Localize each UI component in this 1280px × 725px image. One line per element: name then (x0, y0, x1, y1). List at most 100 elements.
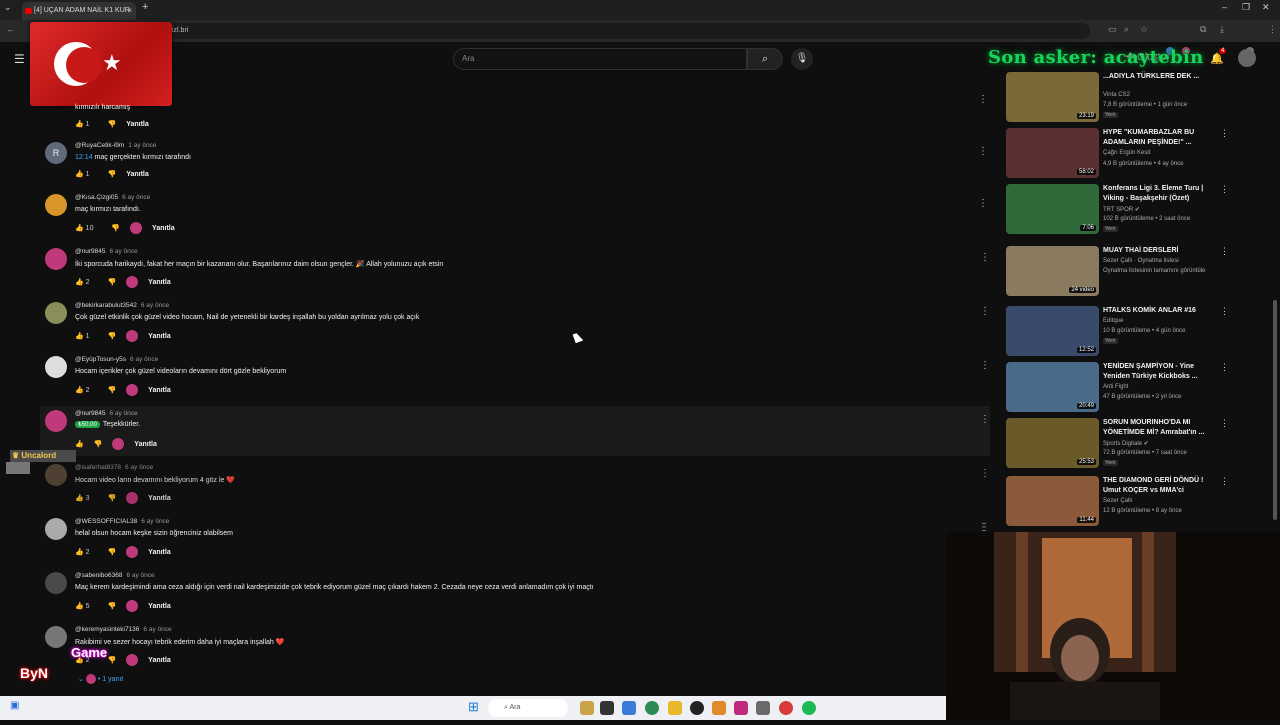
avatar[interactable]: R (45, 142, 67, 164)
comment-menu-icon[interactable]: ⋮ (980, 306, 990, 317)
video-menu-icon[interactable]: ⋮ (1220, 184, 1229, 195)
like-button[interactable]: 👍 1 (75, 333, 98, 340)
video-thumbnail[interactable]: 23:19 (1006, 72, 1099, 122)
like-button[interactable]: 👍 3 (75, 495, 98, 502)
like-button[interactable]: 👍 10 (75, 225, 101, 232)
video-menu-icon[interactable]: ⋮ (978, 198, 988, 209)
new-tab-button[interactable]: + (142, 1, 148, 13)
search-button[interactable]: ⌕ (747, 48, 783, 70)
reply-button[interactable]: Yanıtla (148, 549, 171, 556)
comment-author[interactable]: @nur9845 (75, 410, 105, 417)
back-icon[interactable]: ← (6, 24, 15, 34)
avatar[interactable] (45, 518, 67, 540)
account-avatar[interactable] (1238, 49, 1256, 67)
taskbar-search[interactable]: ⌕ Ara (488, 699, 568, 717)
reply-button[interactable]: Yanıtla (148, 603, 171, 610)
like-button[interactable]: 👍 5 (75, 603, 98, 610)
comment-menu-icon[interactable]: ⋮ (980, 414, 990, 425)
browser-tab[interactable]: [4] UÇAN ADAM NAİL K1 KUR × (22, 2, 136, 20)
taskbar-app-icon[interactable] (712, 701, 726, 715)
recommended-video[interactable]: 7:06 Konferans Ligi 3. Eleme Turu | Viki… (1005, 182, 1240, 234)
menu-kebab-icon[interactable]: ⋮ (1268, 24, 1277, 35)
recommended-video[interactable]: 25:53 SORUN MOURINHO'DA MI YÖNETİMDE Mİ?… (1005, 416, 1240, 468)
playlist-channel[interactable]: Sezer Çallı · Oynatma listesi (1103, 258, 1179, 264)
video-menu-icon[interactable]: ⋮ (1220, 362, 1229, 373)
video-channel[interactable]: Editque (1103, 318, 1123, 324)
comment-author[interactable]: @Kısa.Çizgi05 (75, 194, 118, 201)
recommended-video[interactable]: 12:52 HTALKS KOMİK ANLAR #16 Editque 10 … (1005, 304, 1240, 356)
comment-author[interactable]: @RuyaCetik-i9m (75, 142, 124, 149)
video-title[interactable]: YENİDEN ŞAMPİYON - Yine Yeniden Türkiye … (1103, 362, 1213, 382)
video-menu-icon[interactable]: ⋮ (1220, 246, 1229, 257)
video-title[interactable]: HTALKS KOMİK ANLAR #16 (1103, 306, 1213, 316)
video-menu-icon[interactable]: ⋮ (1220, 476, 1229, 487)
taskbar-app-icon[interactable] (756, 701, 770, 715)
video-title[interactable]: Konferans Ligi 3. Eleme Turu | Viking - … (1103, 184, 1213, 204)
extensions-puzzle-icon[interactable]: ⧉ (1200, 24, 1206, 35)
video-menu-icon[interactable]: ⋮ (978, 146, 988, 157)
reply-button[interactable]: Yanıtla (148, 387, 171, 394)
avatar[interactable] (45, 194, 67, 216)
close-tab-icon[interactable]: × (127, 2, 132, 20)
bookmark-star-icon[interactable]: ☆ (1140, 24, 1148, 35)
file-explorer-icon[interactable] (668, 701, 682, 715)
video-channel[interactable]: Sezer Çallı (1103, 498, 1132, 504)
dislike-button[interactable]: 👎 (108, 279, 117, 286)
dislike-button[interactable]: 👎 (108, 549, 117, 556)
reply-button[interactable]: Yanıtla (148, 657, 171, 664)
windows-start-icon[interactable]: ⊞ (468, 699, 479, 715)
video-menu-icon[interactable]: ⋮ (978, 94, 988, 105)
video-channel[interactable]: Vinta CS2 (1103, 92, 1130, 98)
zoom-icon[interactable]: ⌕ (1124, 24, 1129, 35)
taskbar-app-icon[interactable] (690, 701, 704, 715)
dislike-button[interactable]: 👎 (94, 441, 103, 448)
comment-author[interactable]: @keremyasinteki7136 (75, 626, 139, 633)
avatar[interactable] (45, 464, 67, 486)
dislike-button[interactable]: 👎 (111, 225, 120, 232)
like-button[interactable]: 👍 (75, 441, 84, 448)
video-title[interactable]: SORUN MOURINHO'DA MI YÖNETİMDE Mİ? Amrab… (1103, 418, 1213, 438)
recommended-video[interactable]: 11:44 THE DIAMOND GERİ DÖNDÜ ! Umut KOÇE… (1005, 474, 1240, 526)
video-thumbnail[interactable]: 20:49 (1006, 362, 1099, 412)
video-channel[interactable]: Çağrı Ergün Kesit (1103, 150, 1150, 156)
comment-author[interactable]: @WESSOFFICIAL38 (75, 518, 137, 525)
maximize-icon[interactable]: ❐ (1242, 2, 1250, 13)
like-button[interactable]: 👍 2 (75, 387, 98, 394)
like-button[interactable]: 👍 2 (75, 549, 98, 556)
taskbar-app-icon[interactable] (779, 701, 793, 715)
dislike-button[interactable]: 👎 (108, 387, 117, 394)
dislike-button[interactable]: 👎 (108, 603, 117, 610)
reply-button[interactable]: Yanıtla (148, 279, 171, 286)
comment-author[interactable]: @isaferhat8378 (75, 464, 121, 471)
scrollbar[interactable] (1273, 300, 1277, 520)
avatar[interactable] (45, 356, 67, 378)
spotify-icon[interactable] (802, 701, 816, 715)
avatar[interactable] (45, 572, 67, 594)
like-button[interactable]: 👍 2 (75, 279, 98, 286)
tab-search-icon[interactable]: ⌄ (4, 2, 12, 13)
video-title[interactable]: ...ADIYLA TÜRKLERE DEK ... (1103, 72, 1213, 82)
taskbar-app-icon[interactable] (734, 701, 748, 715)
video-thumbnail[interactable]: 11:44 (1006, 476, 1099, 526)
chrome-icon[interactable] (645, 701, 659, 715)
avatar[interactable] (45, 302, 67, 324)
taskbar-app-icon[interactable] (622, 701, 636, 715)
video-menu-icon[interactable]: ⋮ (1220, 418, 1229, 429)
video-channel[interactable]: Sports Digitale ✔ (1103, 440, 1149, 447)
video-channel[interactable]: Anti Fight (1103, 384, 1128, 390)
comment-menu-icon[interactable]: ⋮ (980, 252, 990, 263)
avatar[interactable] (45, 248, 67, 270)
dislike-button[interactable]: 👎 (108, 495, 117, 502)
video-thumbnail[interactable]: 25:53 (1006, 418, 1099, 468)
reply-button[interactable]: Yanıtla (152, 225, 175, 232)
comment-author[interactable]: @EyüpTosun-y5s (75, 356, 126, 363)
recommended-video[interactable]: 23:19 ...ADIYLA TÜRKLERE DEK ... Vinta C… (1005, 70, 1240, 122)
close-window-icon[interactable]: ✕ (1262, 2, 1270, 13)
cast-icon[interactable]: ▭ (1108, 24, 1117, 35)
hamburger-menu-icon[interactable]: ☰ (14, 52, 25, 66)
video-title[interactable]: HYPE "KUMARBAZLAR BU ADAMLARIN PEŞİNDE!"… (1103, 128, 1213, 148)
playlist-view-all[interactable]: Oynatma listesinin tamamını görüntüle (1103, 268, 1205, 274)
reply-button[interactable]: Yanıtla (148, 495, 171, 502)
recommended-video[interactable]: 58:02 HYPE "KUMARBAZLAR BU ADAMLARIN PEŞ… (1005, 126, 1240, 178)
dislike-button[interactable]: 👎 (108, 121, 117, 128)
